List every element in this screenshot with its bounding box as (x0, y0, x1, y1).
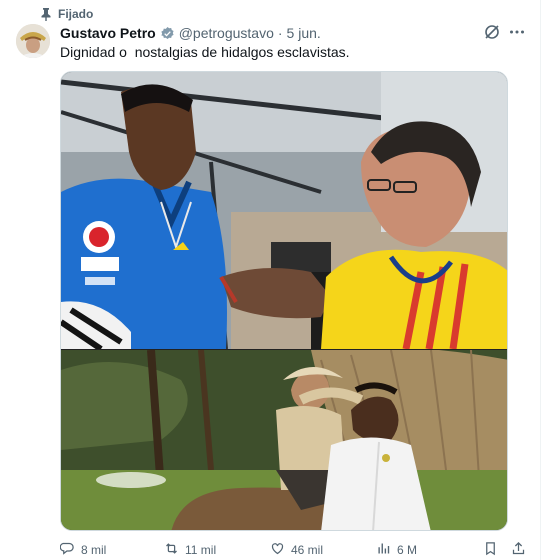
verified-badge-icon[interactable] (160, 26, 175, 41)
reply-icon (59, 541, 75, 559)
tweet-date[interactable]: 5 jun. (287, 25, 321, 41)
grok-icon[interactable] (483, 23, 501, 41)
media-grid[interactable] (60, 71, 508, 531)
bookmark-button[interactable] (483, 541, 498, 559)
views-count: 6 M (397, 543, 418, 557)
tweet-header: Gustavo Petro @petrogustavo · 5 jun. (60, 25, 321, 41)
views-bar-chart-icon (376, 541, 391, 559)
like-button[interactable]: 46 mil (270, 541, 323, 559)
more-options-icon[interactable] (508, 23, 526, 41)
pin-icon (40, 7, 52, 21)
author-handle[interactable]: @petrogustavo (179, 25, 274, 41)
pinned-label: Fijado (58, 7, 94, 21)
photo-horseback-rider-and-man[interactable] (61, 350, 507, 530)
reply-button[interactable]: 8 mil (59, 541, 107, 559)
retweet-icon (164, 541, 179, 559)
views-button[interactable]: 6 M (376, 541, 417, 559)
retweet-count: 11 mil (185, 543, 217, 557)
pinned-indicator: Fijado (40, 6, 93, 22)
action-bar: 8 mil 11 mil 46 mil 6 M (59, 541, 530, 559)
heart-icon (270, 541, 285, 559)
share-button[interactable] (511, 541, 526, 559)
retweet-button[interactable]: 11 mil (164, 541, 216, 559)
tweet-text: Dignidad o nostalgias de hidalgos esclav… (60, 44, 350, 60)
like-count: 46 mil (291, 543, 324, 557)
bookmark-icon (483, 541, 498, 559)
author-name[interactable]: Gustavo Petro (60, 25, 156, 41)
tweet-card[interactable]: Fijado Gustavo Petro @petrogustavo · 5 j… (0, 0, 541, 560)
avatar[interactable] (16, 24, 50, 58)
photo-footballer-and-politician[interactable] (61, 72, 507, 349)
share-icon (511, 541, 526, 559)
separator-dot: · (277, 25, 283, 41)
reply-count: 8 mil (81, 543, 107, 557)
